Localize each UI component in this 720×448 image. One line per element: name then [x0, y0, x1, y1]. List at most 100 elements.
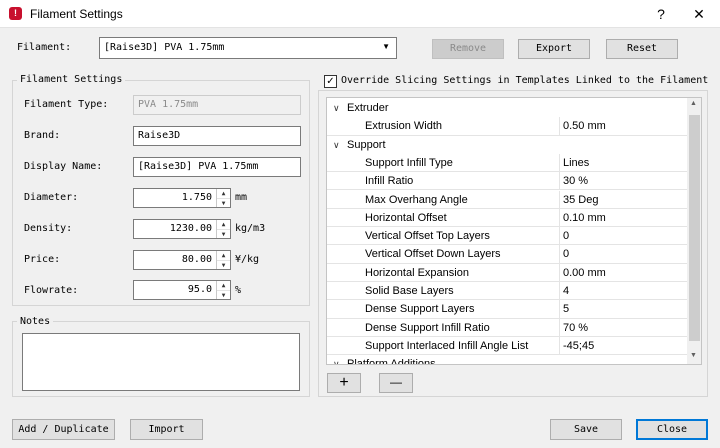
- settings-tree[interactable]: ∨ Extruder Extrusion Width 0.50 mm ∨ Support S…: [326, 97, 702, 365]
- close-window-icon[interactable]: ✕: [682, 0, 716, 28]
- tree-setting-value[interactable]: 0.10 mm: [559, 208, 687, 227]
- tree-scrollbar[interactable]: ▲ ▼: [687, 98, 701, 364]
- filament-settings-group-title: Filament Settings: [17, 74, 126, 85]
- tree-setting-label: Solid Base Layers: [365, 285, 454, 297]
- tree-category-label: Extruder: [347, 102, 389, 114]
- scroll-down-icon[interactable]: ▼: [690, 352, 697, 359]
- step-down-icon[interactable]: ▼: [217, 198, 230, 207]
- tree-setting-row[interactable]: Horizontal Expansion 0.00 mm: [327, 263, 687, 282]
- title-bar: ! Filament Settings ? ✕: [0, 0, 720, 28]
- tree-setting-value[interactable]: 0: [559, 227, 687, 245]
- step-down-icon[interactable]: ▼: [217, 229, 230, 238]
- tree-setting-value[interactable]: 0.50 mm: [559, 117, 687, 135]
- tree-setting-label: Support Interlaced Infill Angle List: [365, 339, 529, 352]
- override-checkbox[interactable]: ✓: [324, 75, 337, 88]
- flowrate-label: Flowrate:: [24, 285, 79, 296]
- scroll-up-icon[interactable]: ▲: [690, 100, 697, 107]
- tree-category-label: Platform Additions: [347, 358, 436, 365]
- flowrate-value: 95.0: [187, 284, 212, 295]
- density-label: Density:: [24, 223, 73, 234]
- tree-setting-row[interactable]: Vertical Offset Top Layers 0: [327, 227, 687, 246]
- tree-setting-row[interactable]: Dense Support Layers 5: [327, 300, 687, 319]
- reset-button[interactable]: Reset: [606, 39, 678, 59]
- display-name-field[interactable]: [Raise3D] PVA 1.75mm: [133, 157, 301, 177]
- export-button[interactable]: Export: [518, 39, 590, 59]
- save-button[interactable]: Save: [550, 419, 622, 440]
- step-down-icon[interactable]: ▼: [217, 290, 230, 299]
- price-unit: ¥/kg: [235, 254, 260, 265]
- tree-setting-label: Vertical Offset Top Layers: [365, 230, 490, 243]
- chevron-down-icon[interactable]: ∨: [333, 355, 340, 364]
- filament-label: Filament:: [17, 42, 72, 53]
- tree-setting-label: Vertical Offset Down Layers: [365, 248, 501, 261]
- tree-setting-label: Horizontal Offset: [365, 211, 447, 224]
- tree-setting-row[interactable]: Dense Support Infill Ratio 70 %: [327, 318, 687, 337]
- tree-setting-row[interactable]: Support Interlaced Infill Angle List -45;…: [327, 336, 687, 356]
- chevron-down-icon[interactable]: ∨: [333, 136, 340, 154]
- step-up-icon[interactable]: ▲: [217, 281, 230, 290]
- add-row-button[interactable]: +: [327, 373, 361, 393]
- minus-icon: —: [390, 375, 402, 389]
- step-up-icon[interactable]: ▲: [217, 189, 230, 198]
- chevron-down-icon[interactable]: ∨: [333, 99, 340, 117]
- tree-scrollbar-thumb[interactable]: [689, 115, 700, 341]
- tree-setting-label: Horizontal Expansion: [365, 266, 469, 279]
- tree-setting-value[interactable]: -45;45: [559, 336, 687, 355]
- tree-setting-row[interactable]: Support Infill Type Lines: [327, 153, 687, 173]
- plus-icon: +: [339, 374, 349, 391]
- remove-button[interactable]: Remove: [432, 39, 504, 59]
- chevron-down-icon: ▼: [382, 42, 390, 51]
- brand-label: Brand:: [24, 130, 61, 141]
- flowrate-unit: %: [235, 285, 242, 296]
- tree-setting-row[interactable]: Horizontal Offset 0.10 mm: [327, 208, 687, 228]
- price-stepper[interactable]: 80.00 ▲ ▼: [133, 250, 231, 270]
- density-unit: kg/m3: [235, 223, 266, 234]
- notes-textarea[interactable]: [22, 333, 300, 391]
- notes-group-title: Notes: [17, 316, 54, 327]
- display-name-label: Display Name:: [24, 161, 103, 172]
- app-logo-icon: !: [9, 7, 22, 20]
- filament-type-label: Filament Type:: [24, 99, 109, 110]
- import-button[interactable]: Import: [130, 419, 203, 440]
- step-down-icon[interactable]: ▼: [217, 260, 230, 269]
- tree-setting-value[interactable]: 0: [559, 245, 687, 263]
- tree-setting-value[interactable]: 35 Deg: [559, 190, 687, 208]
- filament-select-value: [Raise3D] PVA 1.75mm: [104, 42, 225, 53]
- tree-category-row[interactable]: ∨ Support: [327, 136, 687, 154]
- remove-row-button[interactable]: —: [379, 373, 413, 393]
- help-icon[interactable]: ?: [644, 0, 678, 28]
- tree-category-label: Support: [347, 138, 386, 151]
- tree-setting-row[interactable]: Vertical Offset Down Layers 0: [327, 245, 687, 264]
- tree-setting-row[interactable]: Solid Base Layers 4: [327, 282, 687, 301]
- tree-setting-value[interactable]: 5: [559, 300, 687, 318]
- tree-setting-label: Dense Support Layers: [365, 303, 475, 316]
- diameter-value: 1.750: [181, 192, 212, 203]
- diameter-label: Diameter:: [24, 192, 79, 203]
- diameter-unit: mm: [235, 192, 248, 203]
- density-stepper[interactable]: 1230.00 ▲ ▼: [133, 219, 231, 239]
- tree-category-row[interactable]: ∨ Platform Additions: [327, 355, 687, 365]
- filament-type-field: PVA 1.75mm: [133, 95, 301, 115]
- add-duplicate-button[interactable]: Add / Duplicate: [12, 419, 115, 440]
- tree-setting-label: Max Overhang Angle: [365, 193, 468, 206]
- tree-setting-row[interactable]: Infill Ratio 30 %: [327, 172, 687, 191]
- price-value: 80.00: [181, 254, 212, 265]
- flowrate-stepper[interactable]: 95.0 ▲ ▼: [133, 280, 231, 300]
- tree-setting-row[interactable]: Extrusion Width 0.50 mm: [327, 117, 687, 136]
- tree-setting-value[interactable]: 0.00 mm: [559, 263, 687, 281]
- tree-setting-row[interactable]: Max Overhang Angle 35 Deg: [327, 190, 687, 209]
- tree-setting-value[interactable]: 70 %: [559, 318, 687, 336]
- tree-setting-label: Dense Support Infill Ratio: [365, 321, 490, 334]
- diameter-stepper[interactable]: 1.750 ▲ ▼: [133, 188, 231, 208]
- tree-setting-value[interactable]: 30 %: [559, 172, 687, 190]
- tree-setting-label: Extrusion Width: [365, 120, 443, 133]
- tree-setting-value[interactable]: Lines: [559, 153, 687, 172]
- tree-setting-value[interactable]: 4: [559, 282, 687, 300]
- close-button[interactable]: Close: [636, 419, 708, 440]
- brand-field[interactable]: Raise3D: [133, 126, 301, 146]
- step-up-icon[interactable]: ▲: [217, 220, 230, 229]
- tree-category-row[interactable]: ∨ Extruder: [327, 99, 687, 117]
- step-up-icon[interactable]: ▲: [217, 251, 230, 260]
- filament-select[interactable]: [Raise3D] PVA 1.75mm ▼: [99, 37, 397, 59]
- tree-setting-label: Support Infill Type: [365, 156, 453, 169]
